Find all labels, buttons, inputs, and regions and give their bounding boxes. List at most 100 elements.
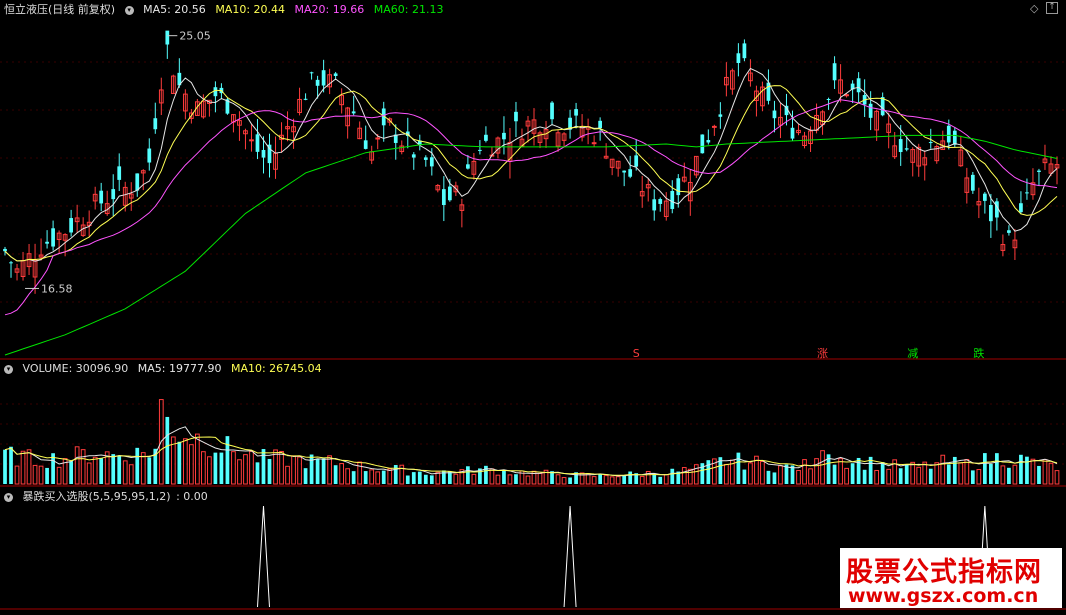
candle-body-down	[622, 170, 627, 173]
volume-bar-up	[453, 473, 459, 485]
volume-bar-up	[273, 449, 278, 485]
candle-body-down	[478, 149, 482, 151]
candle-body-down	[946, 125, 951, 143]
volume-bar-down	[946, 464, 951, 484]
indicator-value: : 0.00	[176, 490, 208, 503]
volume-bar-up	[285, 465, 290, 485]
candle-body-down	[363, 140, 368, 149]
indicator-title: 暴跌买入选股(5,5,95,95,1,2)	[22, 490, 171, 503]
candle-body-down	[826, 99, 831, 101]
volume-bar-down	[45, 467, 49, 484]
volume-bar-down	[3, 449, 7, 484]
volume-bar-up	[243, 454, 248, 485]
candle-body-down	[880, 97, 885, 116]
candle-body-down	[832, 63, 837, 81]
volume-bar-up	[249, 450, 254, 485]
volume-bar-up	[297, 456, 302, 485]
ma10-line	[4, 85, 1058, 262]
candle-body-down	[706, 140, 711, 143]
volume-bar-down	[213, 452, 218, 484]
volume-bar-up	[182, 438, 188, 485]
candle-body-down	[989, 204, 993, 222]
candle-body-down	[1007, 230, 1011, 233]
volume-bar-up	[237, 459, 242, 485]
watermark-url: www.gszx.com.cn	[848, 585, 1039, 607]
diamond-icon[interactable]: ◇	[1030, 2, 1038, 15]
volume-bar-down	[466, 466, 470, 484]
volume-bar-down	[423, 474, 428, 484]
candle-body-down	[670, 190, 675, 209]
volume-bar-down	[165, 416, 170, 484]
candle-body-down	[856, 78, 861, 93]
candle-body-down	[676, 178, 681, 196]
volume-bars	[3, 399, 1060, 485]
volume-bar-down	[135, 447, 140, 484]
dropdown-circle-icon[interactable]: ▾	[4, 364, 13, 374]
volume-bar-down	[303, 468, 308, 484]
volume-bar-up	[910, 461, 916, 485]
volume-bar-down	[514, 474, 518, 484]
volume-bar-down	[622, 475, 627, 484]
volume-panel-header: ▾ VOLUME: 30096.90 MA5: 19777.90 MA10: 2…	[4, 362, 328, 375]
ma5-readout: MA5: 20.56	[143, 3, 206, 16]
volume-bar-up	[86, 462, 92, 485]
volume-bar-down	[1037, 465, 1041, 484]
volume-bar-up	[802, 459, 807, 485]
ma60-line	[4, 134, 1058, 356]
volume-bar-up	[796, 469, 801, 485]
indicator-panel-header: ▾ 暴跌买入选股(5,5,95,95,1,2) : 0.00	[4, 488, 214, 504]
candle-body-down	[790, 127, 795, 139]
volume-bar-up	[615, 476, 621, 485]
candle-body-down	[153, 118, 158, 130]
volume-bar-down	[898, 468, 903, 484]
main-title[interactable]: 恒立液压(日线 前复权)	[4, 3, 115, 16]
volume-bar-up	[555, 474, 561, 485]
candle-body-down	[742, 43, 747, 59]
volume-bar-up	[471, 473, 477, 485]
candle-body-down	[1037, 170, 1041, 172]
ma20-readout: MA20: 19.66	[294, 3, 365, 16]
volume-bar-down	[742, 469, 747, 484]
signal-spike	[256, 505, 270, 608]
candle-body-down	[303, 98, 308, 100]
candle-body-down	[1025, 192, 1029, 194]
volume-bar-down	[766, 470, 771, 484]
candle-body-down	[1019, 203, 1023, 213]
candle-body-down	[928, 142, 933, 144]
volume-bar-down	[315, 458, 320, 484]
main-panel-header: 恒立液压(日线 前复权) ▾ MA5: 20.56 MA10: 20.44 MA…	[4, 1, 449, 17]
volume-bar-up	[778, 465, 783, 485]
candle-body-down	[868, 103, 873, 118]
volume-bar-down	[219, 452, 224, 484]
stock-chart: 25.05 16.58 S 涨 减 跌	[0, 30, 1066, 610]
candle-body-down	[315, 79, 320, 86]
volume-bar-up	[603, 475, 609, 485]
candle-body-down	[598, 120, 602, 129]
candle-body-down	[309, 72, 314, 74]
volume-bar-up	[14, 465, 20, 485]
volume-bar-down	[772, 472, 777, 484]
volume-bar-up	[489, 468, 495, 485]
volume-bar-up	[1054, 470, 1060, 485]
volume-bar-up	[886, 468, 892, 485]
volume-bar-up	[922, 461, 928, 485]
volume-bar-up	[195, 433, 200, 485]
volume-bar-up	[327, 455, 332, 485]
expand-icon[interactable]: ↑	[1046, 2, 1058, 14]
volume-bar-down	[405, 475, 410, 484]
volume-bar-up	[760, 461, 765, 485]
volume-bar-up	[507, 474, 513, 485]
candle-body-down	[898, 139, 903, 153]
volume-bar-up	[940, 454, 946, 485]
volume-bar-up	[207, 456, 212, 485]
volume-bar-down	[417, 471, 422, 484]
dropdown-circle-icon[interactable]: ▾	[4, 492, 13, 502]
volume-bar-up	[231, 451, 236, 485]
volume-bar-up	[964, 458, 970, 485]
candle-body-down	[51, 228, 55, 247]
volume-bar-up	[38, 465, 44, 485]
volume-bar-up	[32, 464, 38, 485]
candle-body-down	[970, 174, 975, 191]
dropdown-circle-icon[interactable]: ▾	[124, 5, 134, 15]
volume-bar-down	[309, 454, 314, 484]
